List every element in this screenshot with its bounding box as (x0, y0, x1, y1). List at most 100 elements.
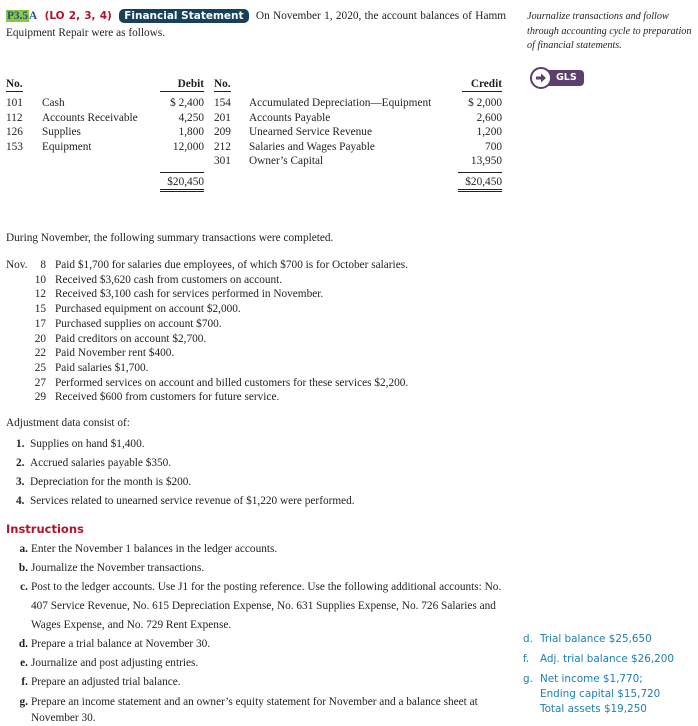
account-number: 101 (6, 97, 23, 109)
transaction-text: Purchased supplies on account $700. (55, 317, 222, 330)
transaction-text: Paid creditors on account $2,700. (55, 332, 207, 345)
credit-amount: 700 (485, 140, 502, 153)
transaction-text: Received $3,100 cash for services perfor… (55, 288, 324, 301)
instruction-item: d. Prepare a trial balance at November 30… (13, 635, 505, 654)
instruction-label: b. (18, 562, 28, 574)
credit-total: $20,450 (458, 172, 502, 192)
account-number: 201 (214, 111, 231, 124)
account-number: 154 (214, 97, 231, 109)
transaction-day: 20 (34, 332, 46, 345)
adjustment-item: 1. Supplies on hand $1,400. (16, 435, 506, 454)
account-name: Accumulated Depreciation—Equipment (249, 97, 432, 109)
problem-number: P3.5 (6, 10, 30, 22)
adjustments-intro: Adjustment data consist of: (6, 417, 130, 429)
instruction-text: Journalize the November transactions. (31, 562, 205, 574)
transaction-day: 12 (34, 288, 46, 301)
check-figure-label: f. (523, 653, 530, 665)
adjustment-text: Accrued salaries payable $350. (30, 457, 172, 469)
check-figure-item: d. Trial balance $25,650 (523, 632, 698, 647)
transaction-item: 20 Paid creditors on account $2,700. (6, 332, 506, 347)
problem-header: P3.5A (LO 2, 3, 4) Financial Statement O… (6, 8, 506, 42)
transaction-day: 27 (34, 376, 46, 389)
instruction-label: e. (20, 657, 28, 669)
transaction-item: 27 Performed services on account and bill… (6, 376, 506, 391)
transaction-day: 15 (34, 303, 46, 316)
transaction-item: 15 Purchased equipment on account $2,000. (6, 302, 506, 317)
instruction-label: a. (19, 543, 28, 555)
adjustment-item: 4. Services related to unearned service r… (16, 492, 506, 511)
adjustment-item: 3. Depreciation for the month is $200. (16, 473, 506, 492)
transaction-item: 12 Received $3,100 cash for services perf… (6, 287, 506, 302)
check-figure-text: Net income $1,770; (540, 673, 643, 685)
instruction-label: g. (19, 696, 28, 708)
check-figure-text: Total assets $19,250 (540, 703, 647, 715)
credit-amount: $ 2,000 (468, 97, 502, 109)
header-no-credit: No. (214, 78, 231, 92)
instruction-text: Post to the ledger accounts. Use J1 for … (31, 581, 502, 631)
transaction-day: 17 (34, 317, 46, 330)
account-name: Cash (42, 97, 65, 109)
account-name: Salaries and Wages Payable (249, 140, 375, 153)
transaction-item: 10 Received $3,620 cash from customers on… (6, 273, 506, 288)
header-no-debit: No. (6, 78, 23, 92)
check-figure-item: g. Net income $1,770; Ending capital $15… (523, 672, 698, 717)
instruction-item: b. Journalize the November transactions. (13, 559, 505, 578)
account-name: Unearned Service Revenue (249, 126, 372, 139)
instruction-text: Prepare an adjusted trial balance. (31, 676, 181, 688)
transaction-item: 8 Paid $1,700 for salaries due employees,… (6, 258, 506, 273)
adjustment-label: 2. (16, 457, 25, 469)
debit-account-row: 112 Accounts Receivable 4,250 (6, 111, 206, 126)
transaction-text: Paid $1,700 for salaries due employees, … (55, 259, 408, 271)
check-figure-label: d. (523, 633, 533, 645)
credit-amount: 13,950 (470, 155, 502, 168)
credit-account-row: 212 Salaries and Wages Payable 700 (214, 140, 504, 155)
debit-amount: $ 2,400 (170, 97, 204, 109)
credit-account-row: 209 Unearned Service Revenue 1,200 (214, 125, 504, 140)
check-figures: d. Trial balance $25,650 f. Adj. trial b… (523, 632, 698, 717)
transaction-day: 10 (34, 273, 46, 286)
side-note: Journalize transactions and follow throu… (527, 11, 692, 51)
debit-account-row: 126 Supplies 1,800 (6, 125, 206, 140)
instruction-item: c. Post to the ledger accounts. Use J1 fo… (13, 578, 505, 635)
account-name: Accounts Receivable (42, 111, 138, 124)
debit-total: $20,450 (160, 172, 204, 192)
arrow-right-circle-icon (530, 67, 552, 89)
transaction-text: Received $600 from customers for future … (55, 391, 280, 404)
credit-account-row: 201 Accounts Payable 2,600 (214, 111, 504, 126)
transaction-day: 22 (34, 347, 46, 360)
instructions-list: a. Enter the November 1 balances in the l… (13, 540, 505, 726)
instruction-text: Enter the November 1 balances in the led… (31, 543, 278, 555)
instruction-label: f. (21, 676, 28, 688)
account-number: 126 (6, 126, 23, 139)
account-name: Supplies (42, 126, 81, 139)
account-number: 301 (214, 155, 231, 168)
header-credit: Credit (462, 78, 502, 92)
gls-button[interactable]: GLS (530, 67, 584, 89)
instruction-text: Journalize and post adjusting entries. (31, 657, 199, 669)
transaction-day: 29 (34, 391, 46, 404)
instruction-label: d. (18, 638, 28, 650)
instruction-label: c. (20, 581, 28, 593)
transaction-item: 29 Received $600 from customers for futur… (6, 390, 506, 405)
transactions-month: Nov. (6, 259, 28, 271)
instruction-text: Prepare a trial balance at November 30. (31, 638, 211, 650)
check-figure-label: g. (523, 673, 533, 685)
debit-amount: 4,250 (178, 111, 204, 124)
instruction-text: Prepare an income statement and an owner… (31, 696, 478, 724)
account-name: Owner’s Capital (249, 155, 324, 168)
transaction-text: Received $3,620 cash from customers on a… (55, 273, 283, 286)
transaction-text: Paid November rent $400. (55, 347, 175, 360)
debit-amount: 12,000 (172, 140, 204, 153)
header-debit: Debit (160, 78, 204, 92)
transaction-item: 25 Paid salaries $1,700. (6, 361, 506, 376)
transaction-text: Performed services on account and billed… (55, 376, 409, 389)
check-figure-text: Adj. trial balance $26,200 (540, 653, 674, 665)
account-number: 212 (214, 140, 231, 153)
adjustment-label: 1. (16, 438, 25, 450)
problem-suffix: A (29, 10, 38, 22)
adjustments-list: 1. Supplies on hand $1,400. 2. Accrued sal… (16, 435, 506, 511)
credit-account-row: 301 Owner’s Capital 13,950 (214, 154, 504, 169)
account-balances-table: No. Debit No. Credit 101 Cash $ 2,400 11… (6, 78, 506, 192)
credit-amount: 2,600 (476, 111, 502, 124)
account-number: 153 (6, 140, 23, 153)
